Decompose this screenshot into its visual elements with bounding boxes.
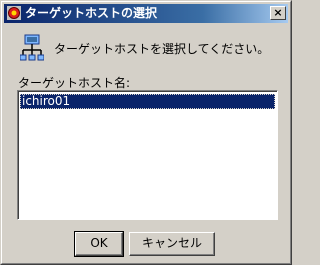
dialog-title: ターゲットホストの選択 xyxy=(25,6,158,20)
network-host-icon xyxy=(19,34,45,62)
cancel-button[interactable]: キャンセル xyxy=(129,232,215,256)
host-listbox[interactable]: ichiro01 xyxy=(17,90,278,220)
dialog-frame: ターゲットホストの選択 × ターゲットホストを選択してください。 ターゲットホス… xyxy=(1,1,291,264)
close-button[interactable]: × xyxy=(270,6,286,20)
host-listbox-inner: ichiro01 xyxy=(18,91,277,219)
ok-button[interactable]: OK xyxy=(74,231,124,257)
app-icon xyxy=(7,6,21,20)
host-list-item[interactable]: ichiro01 xyxy=(20,94,275,109)
dialog-window: ターゲットホストの選択 × ターゲットホストを選択してください。 ターゲットホス… xyxy=(0,0,292,265)
instruction-text: ターゲットホストを選択してください。 xyxy=(54,42,270,56)
title-bar[interactable]: ターゲットホストの選択 × xyxy=(4,4,288,23)
host-list-label: ターゲットホスト名: xyxy=(18,76,131,90)
